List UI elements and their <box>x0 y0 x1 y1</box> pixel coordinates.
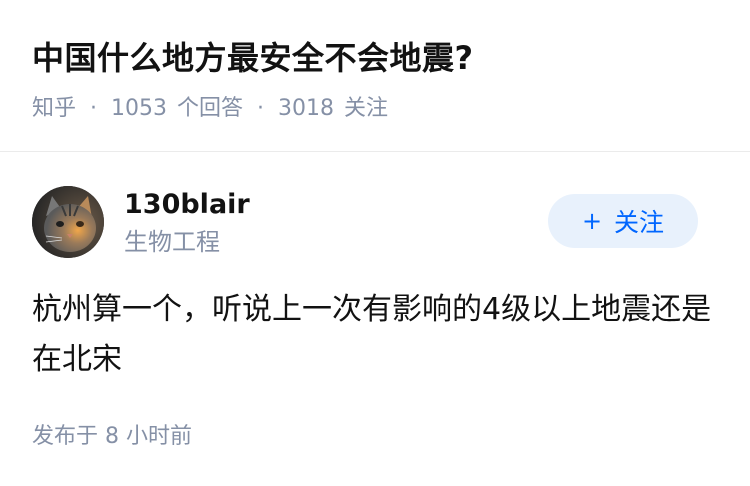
cat-avatar-icon <box>32 186 104 258</box>
author-name[interactable]: 130blair <box>124 186 250 224</box>
follow-count: 3018 <box>278 96 335 121</box>
meta-separator: · <box>257 96 265 121</box>
question-header: 中国什么地方最安全不会地震? 知乎 · 1053 个回答 · 3018 关注 <box>0 0 750 152</box>
answer-count: 1053 <box>111 96 168 121</box>
follow-count-label: 关注 <box>344 96 389 121</box>
author-bio: 生物工程 <box>124 228 220 256</box>
question-title[interactable]: 中国什么地方最安全不会地震? <box>32 34 474 82</box>
source-label[interactable]: 知乎 <box>32 92 76 126</box>
answer-content[interactable]: 杭州算一个，听说上一次有影响的4级以上地震还是在北宋 <box>32 285 722 385</box>
follow-button[interactable]: + 关注 <box>548 194 698 248</box>
meta-separator: · <box>90 96 98 121</box>
avatar[interactable] <box>32 186 104 258</box>
plus-icon: + <box>581 207 603 235</box>
answer-count-label: 个回答 <box>177 96 244 121</box>
question-meta: 知乎 · 1053 个回答 · 3018 关注 <box>32 92 388 126</box>
follow-button-label: 关注 <box>614 208 665 237</box>
answer-card: 130blair 生物工程 + 关注 杭州算一个，听说上一次有影响的4级以上地震… <box>0 152 750 486</box>
publish-time: 发布于 8 小时前 <box>32 424 192 449</box>
